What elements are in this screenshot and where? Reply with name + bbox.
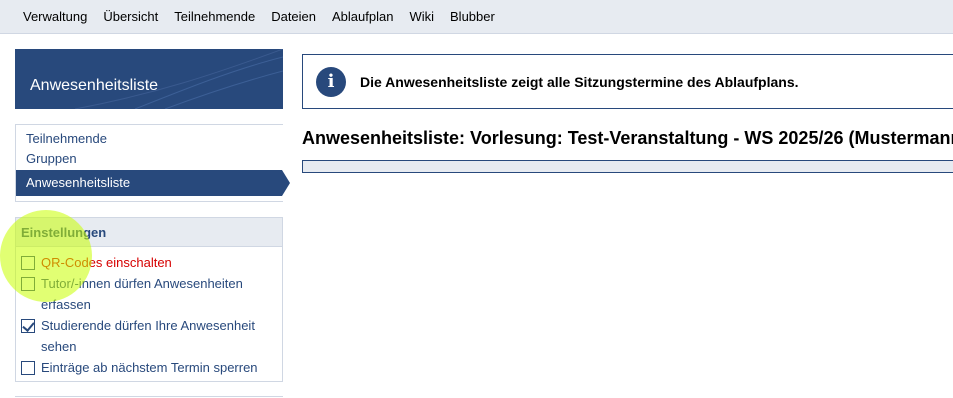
attendance-table-header: [302, 160, 953, 173]
qr-codes-label[interactable]: QR-Codes einschalten: [41, 252, 273, 273]
tab-ablaufplan[interactable]: Ablaufplan: [332, 0, 393, 34]
sidebar-nav: Teilnehmende Gruppen Anwesenheitsliste: [15, 124, 290, 202]
lock-entries-checkbox[interactable]: [21, 361, 35, 375]
info-message-box: i Die Anwesenheitsliste zeigt alle Sitzu…: [302, 54, 953, 109]
tab-dateien[interactable]: Dateien: [271, 0, 316, 34]
students-view-checkbox[interactable]: [21, 319, 35, 333]
tab-wiki[interactable]: Wiki: [409, 0, 434, 34]
option-lock-entries[interactable]: Einträge ab nächstem Termin sperren: [21, 360, 273, 378]
tab-verwaltung[interactable]: Verwaltung: [23, 0, 87, 34]
sidebar-item-gruppen[interactable]: Gruppen: [26, 151, 77, 166]
option-tutor-recording[interactable]: Tutor/-innen dürfen Anwesenheiten erfass…: [21, 276, 273, 315]
sidebar-header: Anwesenheitsliste: [15, 49, 283, 109]
students-view-label[interactable]: Studierende dürfen Ihre Anwesenheit sehe…: [41, 315, 273, 357]
course-tab-bar: Verwaltung Übersicht Teilnehmende Dateie…: [0, 0, 953, 34]
sidebar-title: Anwesenheitsliste: [30, 77, 159, 94]
settings-title: Einstellungen: [16, 218, 282, 247]
info-message: Die Anwesenheitsliste zeigt alle Sitzung…: [360, 73, 799, 90]
tutor-recording-checkbox[interactable]: [21, 277, 35, 291]
qr-codes-checkbox[interactable]: [21, 256, 35, 270]
tab-teilnehmende[interactable]: Teilnehmende: [174, 0, 255, 34]
sidebar-item-anwesenheitsliste[interactable]: Anwesenheitsliste: [16, 170, 290, 196]
option-qr-codes[interactable]: QR-Codes einschalten: [21, 255, 273, 273]
info-icon: i: [316, 66, 346, 97]
sidebar-divider: [15, 396, 283, 397]
tab-blubber[interactable]: Blubber: [450, 0, 495, 34]
tab-uebersicht[interactable]: Übersicht: [103, 0, 158, 34]
option-students-view[interactable]: Studierende dürfen Ihre Anwesenheit sehe…: [21, 318, 273, 357]
tutor-recording-label[interactable]: Tutor/-innen dürfen Anwesenheiten erfass…: [41, 273, 273, 315]
sidebar-item-teilnehmende[interactable]: Teilnehmende: [26, 131, 107, 146]
page-title: Anwesenheitsliste: Vorlesung: Test-Veran…: [302, 128, 953, 148]
lock-entries-label[interactable]: Einträge ab nächstem Termin sperren: [41, 357, 273, 378]
settings-widget: Einstellungen QR-Codes einschalten Tutor…: [15, 217, 283, 382]
